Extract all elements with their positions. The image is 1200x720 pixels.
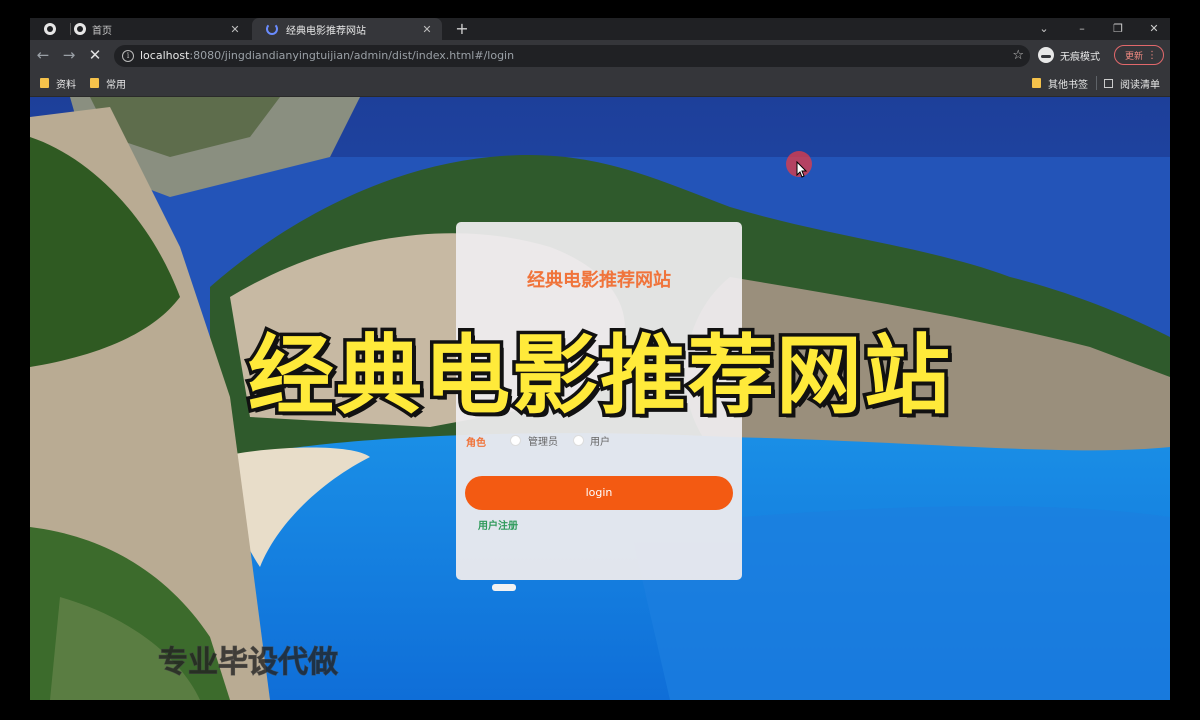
restore-button[interactable]: ❐ — [1106, 18, 1130, 40]
page-viewport: 经典电影推荐网站 角色 管理员 用户 login 用户注册 经典电影推荐网站 专… — [30, 97, 1170, 700]
bookmark-label: 常用 — [106, 79, 126, 91]
tab-strip: 首页 ✕ 经典电影推荐网站 ✕ + ⌄ – ❐ ✕ — [30, 18, 1170, 40]
tab-title: 经典电影推荐网站 — [286, 25, 366, 37]
bookmark-folder-ziliao[interactable]: 资料 — [40, 70, 76, 96]
browser-window: 首页 ✕ 经典电影推荐网站 ✕ + ⌄ – ❐ ✕ ← → ✕ i localh… — [30, 18, 1170, 700]
new-tab-button[interactable]: + — [454, 18, 470, 40]
login-button[interactable]: login — [465, 476, 733, 510]
stop-loading-button[interactable]: ✕ — [84, 40, 106, 70]
close-icon[interactable]: ✕ — [228, 23, 242, 36]
globe-icon — [44, 23, 56, 35]
loading-spinner-icon — [266, 23, 278, 35]
bookmarks-bar: 资料 常用 其他书签 阅读清单 — [30, 70, 1170, 97]
mouse-cursor-icon — [796, 161, 808, 178]
bookmark-label: 资料 — [56, 79, 76, 91]
register-link[interactable]: 用户注册 — [478, 517, 518, 532]
folder-icon — [90, 78, 99, 88]
update-label: 更新 — [1125, 51, 1144, 62]
window-close-button[interactable]: ✕ — [1142, 18, 1166, 40]
bookmarks-separator — [1096, 76, 1097, 90]
url-host: localhost — [140, 49, 190, 62]
bookmark-folder-changyong[interactable]: 常用 — [90, 70, 126, 96]
bookmark-label: 阅读清单 — [1120, 79, 1160, 91]
folder-icon — [1032, 78, 1041, 88]
back-button[interactable]: ← — [32, 40, 54, 70]
tab-search-chevron-icon[interactable]: ⌄ — [1032, 18, 1056, 40]
update-button[interactable]: 更新 ⋮ — [1114, 45, 1164, 65]
globe-icon — [74, 23, 86, 35]
close-icon[interactable]: ✕ — [420, 23, 434, 36]
incognito-indicator[interactable]: 无痕模式 — [1038, 44, 1100, 66]
minimize-button[interactable]: – — [1070, 18, 1094, 40]
bookmark-other[interactable]: 其他书签 — [1032, 70, 1088, 96]
role-radio-admin[interactable] — [510, 435, 521, 446]
folder-icon — [40, 78, 49, 88]
bookmark-label: 其他书签 — [1048, 79, 1088, 91]
url-text[interactable]: localhost:8080/jingdiandianyingtuijian/a… — [140, 45, 514, 67]
tab-login-active[interactable]: 经典电影推荐网站 ✕ — [252, 18, 442, 40]
login-title: 经典电影推荐网站 — [527, 270, 671, 291]
info-icon[interactable]: i — [122, 50, 134, 62]
bookmark-star-icon[interactable]: ☆ — [1012, 45, 1024, 67]
watermark-text: 专业毕设代做 — [158, 645, 339, 681]
reading-list[interactable]: 阅读清单 — [1104, 70, 1160, 96]
role-radio-user[interactable] — [573, 435, 584, 446]
tab-home[interactable]: 首页 ✕ — [30, 18, 250, 40]
incognito-icon — [1038, 47, 1054, 63]
menu-kebab-icon: ⋮ — [1147, 49, 1157, 61]
reading-list-icon — [1104, 78, 1113, 88]
role-label: 角色 — [466, 438, 486, 449]
incognito-label: 无痕模式 — [1060, 51, 1100, 63]
role-admin-label[interactable]: 管理员 — [528, 433, 558, 448]
forward-button[interactable]: → — [58, 40, 80, 70]
tab-separator — [70, 23, 71, 35]
tab-title: 首页 — [92, 25, 112, 37]
browser-toolbar: ← → ✕ i localhost:8080/jingdiandianyingt… — [30, 40, 1170, 70]
video-overlay-title: 经典电影推荐网站 — [245, 323, 954, 430]
role-user-label[interactable]: 用户 — [590, 433, 610, 448]
url-path: :8080/jingdiandianyingtuijian/admin/dist… — [189, 49, 515, 62]
address-bar[interactable]: i localhost:8080/jingdiandianyingtuijian… — [114, 45, 1030, 67]
